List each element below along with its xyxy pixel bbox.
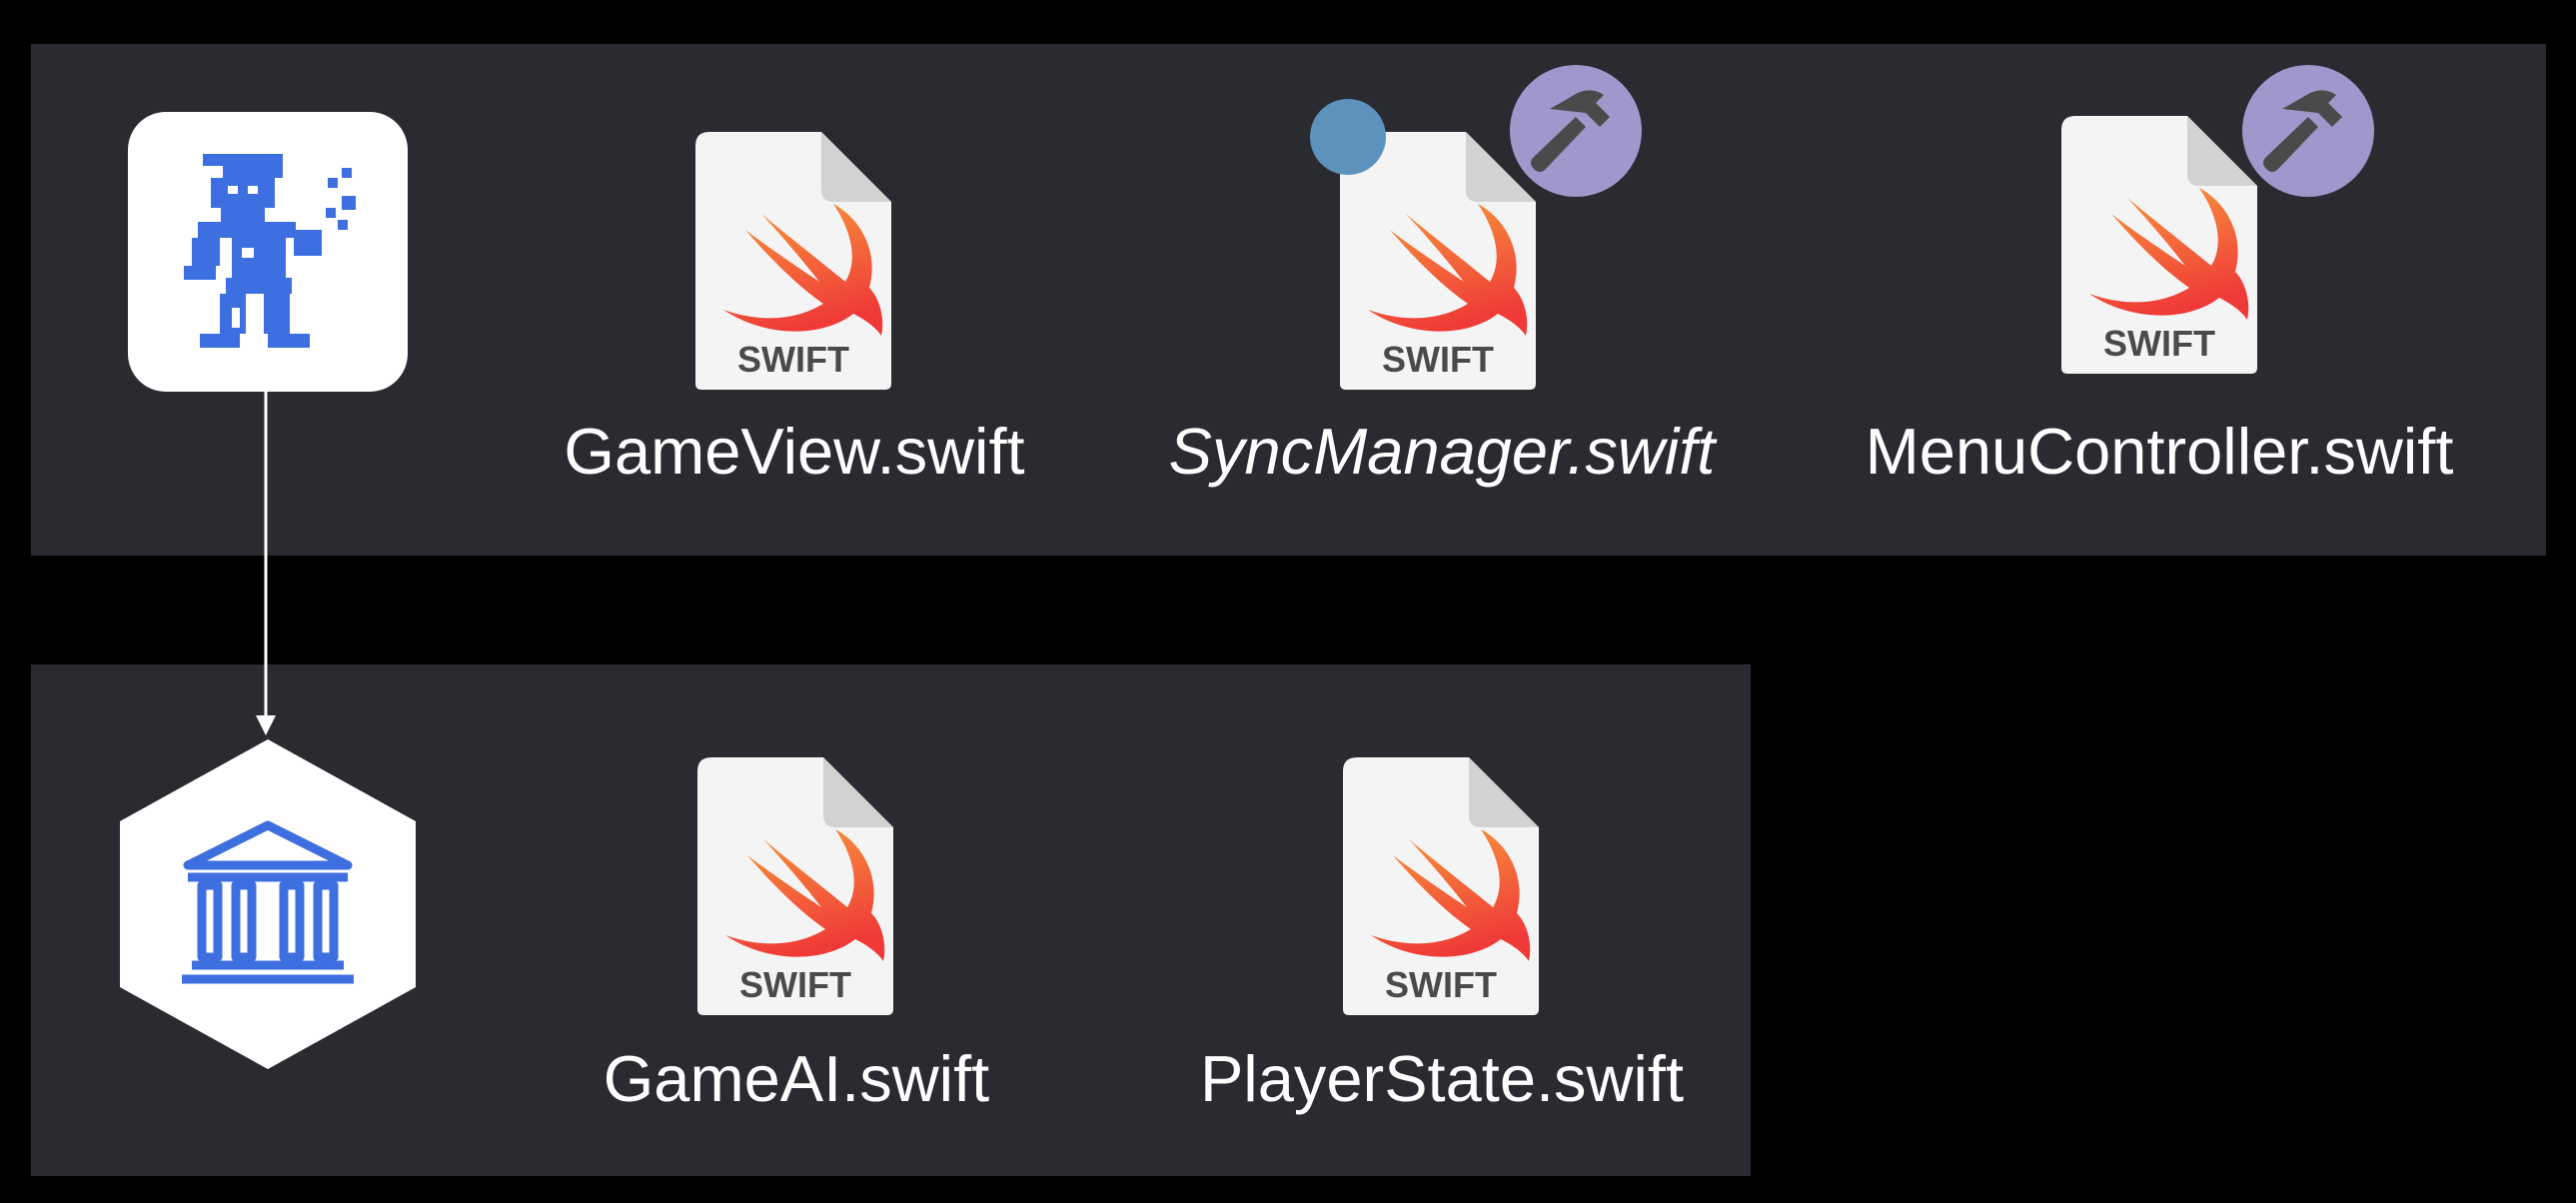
pixel-character-app-icon[interactable] bbox=[128, 112, 408, 392]
swift-file-icon: SWIFT bbox=[2061, 116, 2257, 374]
file-type-label: SWIFT bbox=[2103, 323, 2215, 364]
file-type-label: SWIFT bbox=[1385, 964, 1497, 1005]
library-building-icon[interactable] bbox=[118, 739, 418, 1069]
file-name-label: GameView.swift bbox=[564, 415, 1025, 488]
status-dot bbox=[1310, 99, 1386, 175]
file-name-label: PlayerState.swift bbox=[1199, 1042, 1685, 1115]
file-name-label: SyncManager.swift bbox=[1168, 415, 1716, 488]
hammer-icon bbox=[1510, 65, 1642, 197]
swift-file-icon: SWIFT bbox=[697, 757, 893, 1015]
swift-file-icon: SWIFT bbox=[1340, 132, 1536, 390]
swift-file-icon: SWIFT bbox=[695, 132, 891, 390]
file-type-label: SWIFT bbox=[1382, 339, 1494, 380]
hammer-icon bbox=[2242, 65, 2374, 197]
file-type-label: SWIFT bbox=[737, 339, 849, 380]
file-name-label: GameAI.swift bbox=[603, 1042, 990, 1115]
file-type-label: SWIFT bbox=[739, 964, 851, 1005]
file-name-label: MenuController.swift bbox=[1865, 415, 2454, 488]
swift-file-icon: SWIFT bbox=[1343, 757, 1539, 1015]
